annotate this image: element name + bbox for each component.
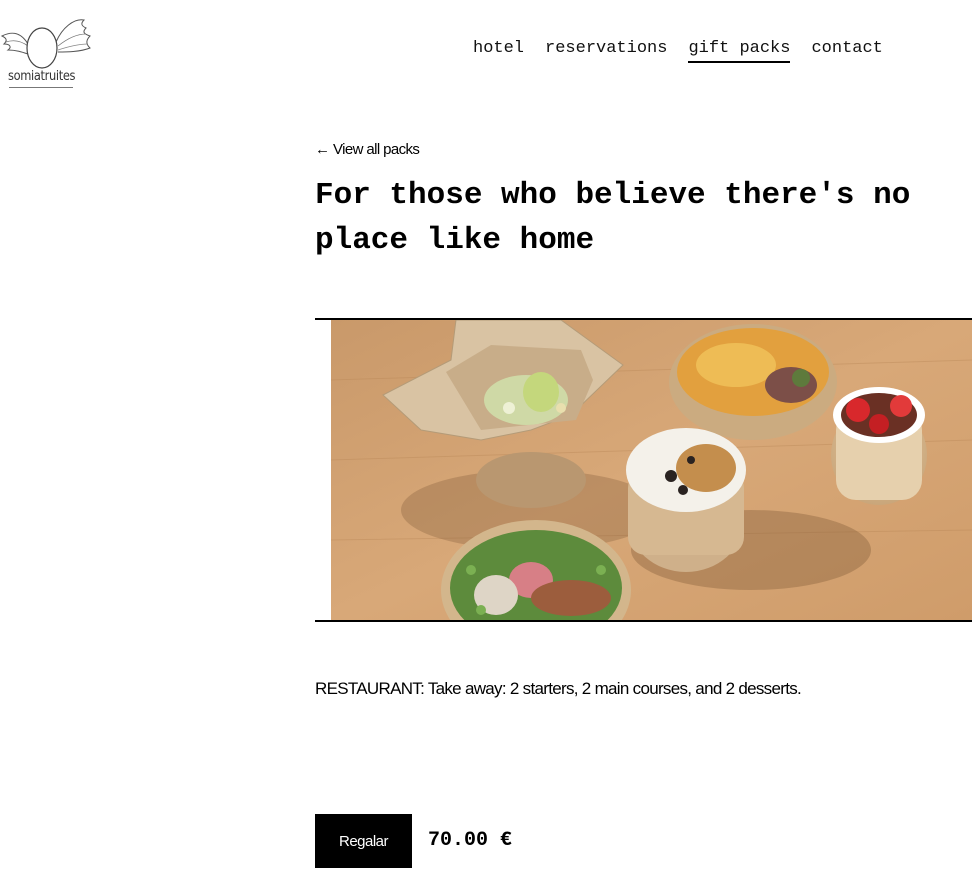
nav-hotel[interactable]: hotel [473, 39, 524, 63]
view-all-packs-link[interactable]: ← View all packs [315, 141, 420, 158]
pack-photo [331, 320, 972, 620]
logo-underline [9, 87, 73, 88]
gift-button[interactable]: Regalar [315, 814, 412, 868]
nav-contact[interactable]: contact [811, 39, 882, 63]
nav-gift-packs[interactable]: gift packs [688, 39, 791, 63]
logo[interactable]: somiatruites [0, 14, 94, 90]
logo-text: somiatruites [8, 69, 76, 84]
pack-description: RESTAURANT: Take away: 2 starters, 2 mai… [315, 679, 802, 698]
pack-price: 70.00 € [428, 829, 513, 852]
nav-reservations[interactable]: reservations [545, 39, 667, 63]
main-nav: hotel reservations gift packs contact [473, 39, 883, 63]
pack-photo-frame [315, 318, 972, 622]
page-title: For those who believe there's no place l… [315, 178, 911, 258]
winged-egg-logo-icon [0, 19, 91, 69]
